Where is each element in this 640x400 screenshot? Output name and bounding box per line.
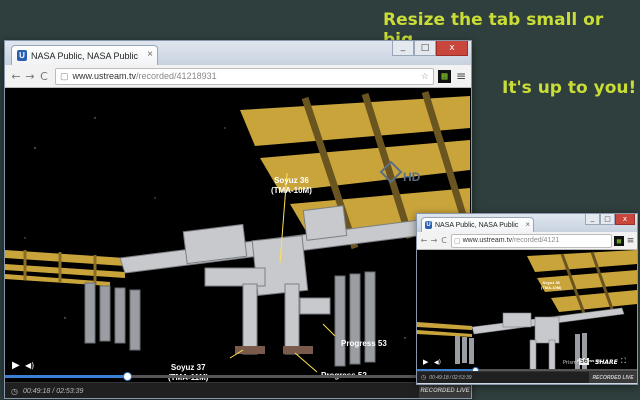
maximize-button[interactable]: □ [414, 41, 436, 56]
small-reload-icon[interactable]: C [439, 236, 449, 245]
small-time-separator: / [449, 374, 452, 381]
small-volume-icon[interactable]: ◀) [434, 359, 441, 366]
label-soyuz37: Soyuz 37 (TMA-11M) [168, 363, 208, 382]
small-clock-icon: ◷ [421, 375, 427, 381]
small-minimize-button[interactable]: _ [585, 214, 600, 225]
small-address-bar[interactable]: ▢ www.ustream.tv/recorded/4121 [451, 233, 612, 248]
tab-close-icon[interactable]: × [147, 49, 153, 60]
fullscreen-icon[interactable]: ⛶ [621, 357, 626, 366]
page-icon: ▢ [60, 70, 69, 81]
small-close-button[interactable]: x [615, 214, 635, 225]
iss-truss [119, 205, 441, 355]
menu-icon[interactable]: ≡ [455, 69, 467, 83]
small-extension-icon[interactable]: ▦ [614, 235, 624, 246]
share-count: 56 [579, 358, 589, 365]
browser-window-small: U NASA Public, NASA Public × _ □ x ← → C… [416, 213, 638, 385]
close-button[interactable]: x [436, 41, 468, 56]
browser-toolbar: ← → C ▢ www.ustream.tv/recorded/41218931… [5, 65, 471, 88]
small-player-bottom-bar: ◷ 00:49:18 / 02:53:39 RECORDED LIVE [417, 371, 637, 383]
recorded-live-badge: RECORDED LIVE [419, 383, 471, 398]
small-label-soyuz36: Soyuz 36 (TMA-10M) [541, 280, 562, 290]
hd-badge: HD [403, 170, 421, 184]
label-soyuz36: Soyuz 36 (TMA-10M) [271, 176, 312, 195]
time-separator: / [52, 387, 55, 395]
small-video-player[interactable]: Soyuz 36 (TMA-10M) Progress 53 ▶ ◀) Pris… [417, 250, 637, 383]
play-icon[interactable]: ▶ [12, 360, 20, 371]
player-bottom-bar: ◷ 00:49:18 / 02:53:39 RECORDED LIVE [5, 382, 471, 398]
seek-progress [5, 375, 127, 378]
small-window-controls: _ □ x [585, 214, 635, 225]
small-menu-icon[interactable]: ≡ [626, 236, 635, 246]
reload-icon[interactable]: C [37, 70, 51, 83]
small-play-icon[interactable]: ▶ [423, 358, 428, 366]
video-player[interactable]: Soyuz 36 (TMA-10M) Soyuz 37 (TMA-11M) Pr… [5, 88, 471, 398]
prism-label: Prism [563, 360, 577, 366]
url-path: /recorded/41218931 [136, 71, 217, 81]
small-recorded-live-badge: RECORDED LIVE [589, 372, 637, 383]
label-progress53: Progress 53 [341, 339, 387, 348]
title-bar: U NASA Public, NASA Public × _ □ x [5, 41, 471, 65]
small-url-host: www.ustream.tv [462, 237, 513, 244]
promo-tagline: It's up to you! [502, 78, 637, 98]
time-total: 02:53:39 [56, 387, 84, 395]
small-back-arrow-icon[interactable]: ← [419, 236, 429, 245]
clock-icon: ◷ [11, 386, 18, 396]
share-button[interactable]: SHARE [595, 359, 618, 366]
small-url-path: /recorded/4121 [512, 237, 560, 244]
minimize-button[interactable]: _ [392, 41, 414, 56]
forward-arrow-icon[interactable]: → [23, 70, 37, 83]
browser-tab[interactable]: U NASA Public, NASA Public × [11, 45, 158, 65]
window-controls: _ □ x [392, 41, 468, 56]
small-tab-close-icon[interactable]: × [525, 220, 530, 229]
iss-stream-frame [5, 90, 471, 373]
small-tab-title: NASA Public, NASA Public [435, 221, 519, 229]
small-time-elapsed: 00:49:18 [429, 374, 449, 381]
small-browser-toolbar: ← → C ▢ www.ustream.tv/recorded/4121 ▦ ≡ [417, 232, 637, 250]
address-bar[interactable]: ▢ www.ustream.tv/recorded/41218931 ☆ [55, 67, 434, 85]
back-arrow-icon[interactable]: ← [9, 70, 23, 83]
bookmark-star-icon[interactable]: ☆ [421, 71, 429, 82]
solar-array-left [5, 250, 125, 286]
volume-icon[interactable]: ◀) [25, 361, 34, 370]
small-browser-tab[interactable]: U NASA Public, NASA Public × [421, 217, 534, 232]
small-forward-arrow-icon[interactable]: → [429, 236, 439, 245]
extension-icon[interactable]: ▦ [438, 69, 451, 83]
seek-bar[interactable] [5, 372, 471, 381]
browser-window-large: U NASA Public, NASA Public × _ □ x ← → C… [4, 40, 472, 399]
small-maximize-button[interactable]: □ [600, 214, 615, 225]
small-title-bar: U NASA Public, NASA Public × _ □ x [417, 214, 637, 232]
small-page-icon: ▢ [454, 237, 461, 245]
url-host: www.ustream.tv [72, 71, 137, 81]
seek-knob[interactable] [122, 372, 132, 381]
ustream-favicon-icon: U [17, 50, 27, 61]
time-elapsed: 00:49:18 [22, 387, 51, 395]
tab-title: NASA Public, NASA Public [31, 50, 139, 61]
small-ustream-favicon-icon: U [425, 221, 432, 229]
small-time-total: 02:53:39 [452, 374, 472, 381]
